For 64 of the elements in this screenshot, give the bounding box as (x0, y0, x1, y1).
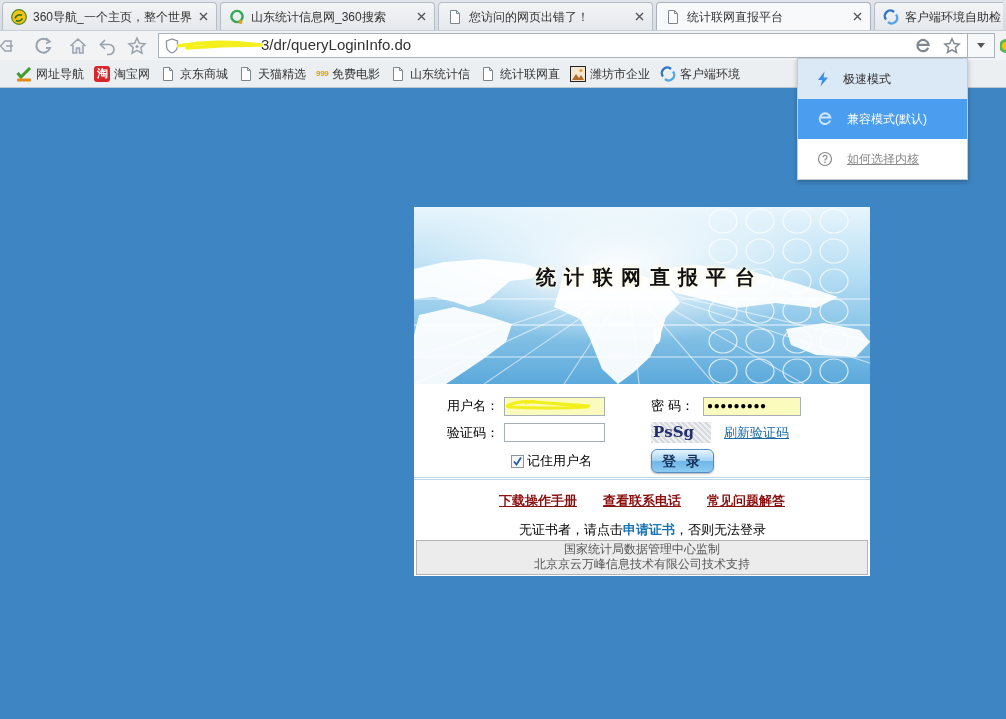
menu-item[interactable]: 极速模式 (798, 59, 967, 99)
bookmark-link[interactable]: 天猫精选 (238, 64, 306, 83)
e-logo-icon[interactable] (915, 37, 932, 54)
password-field[interactable]: ●●●●●●●●● (703, 396, 801, 416)
refresh-icon[interactable] (34, 35, 54, 56)
caret-icon (977, 43, 986, 48)
captcha-field[interactable] (504, 423, 605, 442)
close-icon[interactable] (853, 12, 862, 21)
page-icon (238, 65, 254, 82)
e-logo-icon (817, 111, 833, 127)
close-icon[interactable] (199, 12, 208, 21)
star-icon[interactable] (127, 35, 147, 56)
field-label: 用户名： (447, 397, 500, 416)
help-link[interactable]: 查看联系电话 (603, 491, 681, 511)
bookmark-link[interactable]: 网址导航 (16, 64, 84, 83)
browser-tab[interactable]: 统计联网直报平台 (656, 2, 871, 30)
picture-icon (570, 65, 587, 82)
certificate-notice: 无证书者，请点击申请证书，否则无法登录 (517, 520, 767, 538)
logo-digits: 999 (316, 69, 329, 78)
lightning-icon (817, 71, 829, 87)
help-link[interactable]: 常见问题解答 (707, 491, 785, 511)
extension-icon[interactable] (1000, 37, 1006, 54)
swirl-logo-icon (660, 65, 677, 82)
page-icon (665, 8, 681, 25)
checkbox-label[interactable]: 记住用户名 (527, 451, 592, 471)
close-icon[interactable] (417, 12, 426, 21)
browser-tab[interactable]: 360导航_一个主页，整个世界 (2, 2, 217, 30)
shield-icon[interactable] (165, 37, 179, 54)
page-icon (160, 65, 176, 82)
browser-tab[interactable]: 客户端环境自助检 (874, 2, 1003, 30)
bookmark-link[interactable]: 山东统计信 (390, 64, 471, 83)
banner-title: 统计联网直报平台 (536, 265, 764, 290)
bookmark-link[interactable]: 淘 淘宝网 (94, 64, 150, 83)
swirl-disc-icon (11, 8, 27, 25)
page-icon (447, 8, 463, 25)
ring-logo-icon (229, 8, 245, 25)
bookmark-link[interactable]: 统计联网直 (480, 64, 561, 83)
username-field[interactable] (504, 396, 605, 416)
home-icon[interactable] (68, 35, 88, 56)
help-icon (817, 151, 833, 167)
help-link[interactable]: 下载操作手册 (499, 491, 577, 511)
footer-text: 北京京云万峰信息技术有限公司技术支持 (533, 556, 751, 572)
login-button[interactable]: 登 录 (651, 449, 714, 473)
refresh-captcha-link[interactable]: 刷新验证码 (724, 422, 789, 443)
field-label: 验证码： (447, 423, 500, 442)
bookmark-link[interactable]: 客户端环境 (660, 64, 741, 83)
field-label: 密 码： (651, 397, 695, 416)
close-icon[interactable] (635, 12, 644, 21)
captcha-image: PsSg (651, 422, 711, 443)
address-field[interactable]: 3/dr/queryLoginInfo.do (158, 33, 969, 58)
bookmark-link[interactable]: 999 免费电影 (316, 64, 381, 83)
remember-checkbox[interactable] (511, 454, 524, 468)
bookmark-link[interactable]: 京东商城 (160, 64, 228, 83)
footer-text: 国家统计局数据管理中心监制 (563, 541, 721, 557)
bookmark-link[interactable]: 潍坊市企业 (570, 64, 651, 83)
dropdown-button[interactable] (968, 33, 995, 58)
apply-certificate-link[interactable]: 申请证书 (622, 521, 675, 537)
help-link[interactable]: 如何选择内核 (798, 139, 967, 179)
browser-tab[interactable]: 山东统计信息网_360搜索 (220, 2, 435, 30)
swirl-logo-icon (883, 8, 899, 25)
star-icon[interactable] (943, 36, 962, 55)
logo-tile: 淘 (94, 65, 110, 82)
checkmark-logo-icon (16, 65, 32, 82)
browser-tab[interactable]: 您访问的网页出错了！ (438, 2, 653, 30)
